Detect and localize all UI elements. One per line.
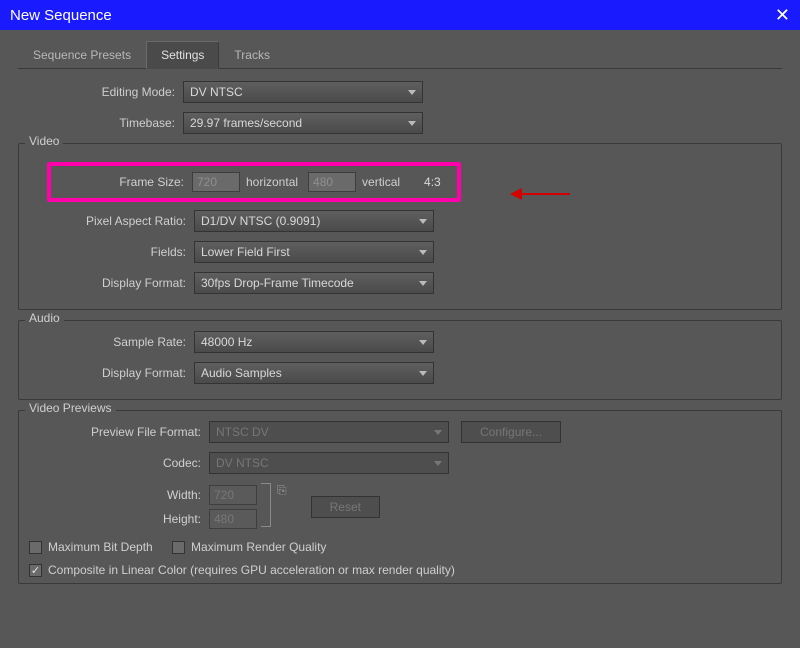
max-bit-depth-label: Maximum Bit Depth	[48, 540, 153, 554]
editing-mode-dropdown[interactable]: DV NTSC	[183, 81, 423, 103]
par-dropdown[interactable]: D1/DV NTSC (0.9091)	[194, 210, 434, 232]
link-icon[interactable]: ⎘	[271, 483, 293, 498]
close-icon[interactable]: ✕	[775, 6, 790, 24]
audio-display-format-label: Display Format:	[29, 366, 194, 380]
row-codec: Codec: DV NTSC	[29, 452, 771, 474]
tab-bar: Sequence Presets Settings Tracks	[18, 40, 782, 69]
timebase-label: Timebase:	[18, 116, 183, 130]
codec-dropdown: DV NTSC	[209, 452, 449, 474]
sample-rate-value: 48000 Hz	[201, 335, 252, 349]
window-titlebar: New Sequence ✕	[0, 0, 800, 30]
row-preview-file-format: Preview File Format: NTSC DV Configure..…	[29, 421, 771, 443]
audio-group: Audio Sample Rate: 48000 Hz Display Form…	[18, 320, 782, 400]
fields-label: Fields:	[29, 245, 194, 259]
frame-height-input[interactable]	[308, 172, 356, 192]
video-display-format-dropdown[interactable]: 30fps Drop-Frame Timecode	[194, 272, 434, 294]
tab-tracks[interactable]: Tracks	[219, 41, 285, 69]
max-render-quality-label: Maximum Render Quality	[191, 540, 326, 554]
composite-label: Composite in Linear Color (requires GPU …	[48, 563, 455, 577]
sample-rate-dropdown[interactable]: 48000 Hz	[194, 331, 434, 353]
preview-width-input	[209, 485, 257, 505]
par-label: Pixel Aspect Ratio:	[29, 214, 194, 228]
row-fields: Fields: Lower Field First	[29, 241, 771, 263]
chevron-down-icon	[419, 219, 427, 224]
editing-mode-label: Editing Mode:	[18, 85, 183, 99]
vertical-label: vertical	[362, 175, 400, 189]
audio-display-format-dropdown[interactable]: Audio Samples	[194, 362, 434, 384]
frame-size-row-highlight: Frame Size: horizontal vertical 4:3	[47, 162, 461, 202]
chevron-down-icon	[419, 371, 427, 376]
checkbox-box-icon	[172, 541, 185, 554]
preview-height-input	[209, 509, 257, 529]
horizontal-label: horizontal	[246, 175, 298, 189]
fields-dropdown[interactable]: Lower Field First	[194, 241, 434, 263]
row-editing-mode: Editing Mode: DV NTSC	[18, 81, 782, 103]
max-render-quality-checkbox[interactable]: Maximum Render Quality	[172, 540, 326, 554]
video-previews-group: Video Previews Preview File Format: NTSC…	[18, 410, 782, 584]
audio-section-title: Audio	[25, 311, 64, 325]
video-group: Video Frame Size: horizontal vertical 4:…	[18, 143, 782, 310]
chevron-down-icon	[419, 281, 427, 286]
video-section-title: Video	[25, 134, 63, 148]
video-display-format-label: Display Format:	[29, 276, 194, 290]
row-timebase: Timebase: 29.97 frames/second	[18, 112, 782, 134]
chevron-down-icon	[419, 250, 427, 255]
max-bit-depth-checkbox[interactable]: Maximum Bit Depth	[29, 540, 153, 554]
chevron-down-icon	[408, 90, 416, 95]
configure-button: Configure...	[461, 421, 561, 443]
chevron-down-icon	[419, 340, 427, 345]
window-title: New Sequence	[10, 7, 112, 24]
frame-size-label: Frame Size:	[57, 175, 192, 189]
chevron-down-icon	[408, 121, 416, 126]
tab-settings[interactable]: Settings	[146, 41, 219, 69]
codec-value: DV NTSC	[216, 456, 269, 470]
preview-file-format-dropdown: NTSC DV	[209, 421, 449, 443]
preview-height-label: Height:	[29, 507, 209, 531]
row-preview-size: Width: Height: ⎘ Reset	[29, 483, 771, 531]
aspect-ratio-value: 4:3	[424, 175, 441, 189]
composite-linear-checkbox[interactable]: ✓ Composite in Linear Color (requires GP…	[29, 563, 455, 577]
editing-mode-value: DV NTSC	[190, 85, 243, 99]
bracket-icon	[261, 483, 271, 527]
timebase-value: 29.97 frames/second	[190, 116, 302, 130]
audio-display-format-value: Audio Samples	[201, 366, 282, 380]
chevron-down-icon	[434, 430, 442, 435]
row-video-display-format: Display Format: 30fps Drop-Frame Timecod…	[29, 272, 771, 294]
frame-width-input[interactable]	[192, 172, 240, 192]
row-sample-rate: Sample Rate: 48000 Hz	[29, 331, 771, 353]
row-pixel-aspect-ratio: Pixel Aspect Ratio: D1/DV NTSC (0.9091)	[29, 210, 771, 232]
par-value: D1/DV NTSC (0.9091)	[201, 214, 320, 228]
reset-button: Reset	[311, 496, 380, 518]
video-previews-title: Video Previews	[25, 401, 116, 415]
tab-sequence-presets[interactable]: Sequence Presets	[18, 41, 146, 69]
video-display-format-value: 30fps Drop-Frame Timecode	[201, 276, 354, 290]
sample-rate-label: Sample Rate:	[29, 335, 194, 349]
timebase-dropdown[interactable]: 29.97 frames/second	[183, 112, 423, 134]
preview-file-format-value: NTSC DV	[216, 425, 269, 439]
preview-file-format-label: Preview File Format:	[29, 425, 209, 439]
row-audio-display-format: Display Format: Audio Samples	[29, 362, 771, 384]
codec-label: Codec:	[29, 456, 209, 470]
dialog-content: Sequence Presets Settings Tracks Editing…	[0, 30, 800, 584]
checkbox-box-icon: ✓	[29, 564, 42, 577]
checkbox-box-icon	[29, 541, 42, 554]
chevron-down-icon	[434, 461, 442, 466]
fields-value: Lower Field First	[201, 245, 290, 259]
preview-width-label: Width:	[29, 483, 209, 507]
